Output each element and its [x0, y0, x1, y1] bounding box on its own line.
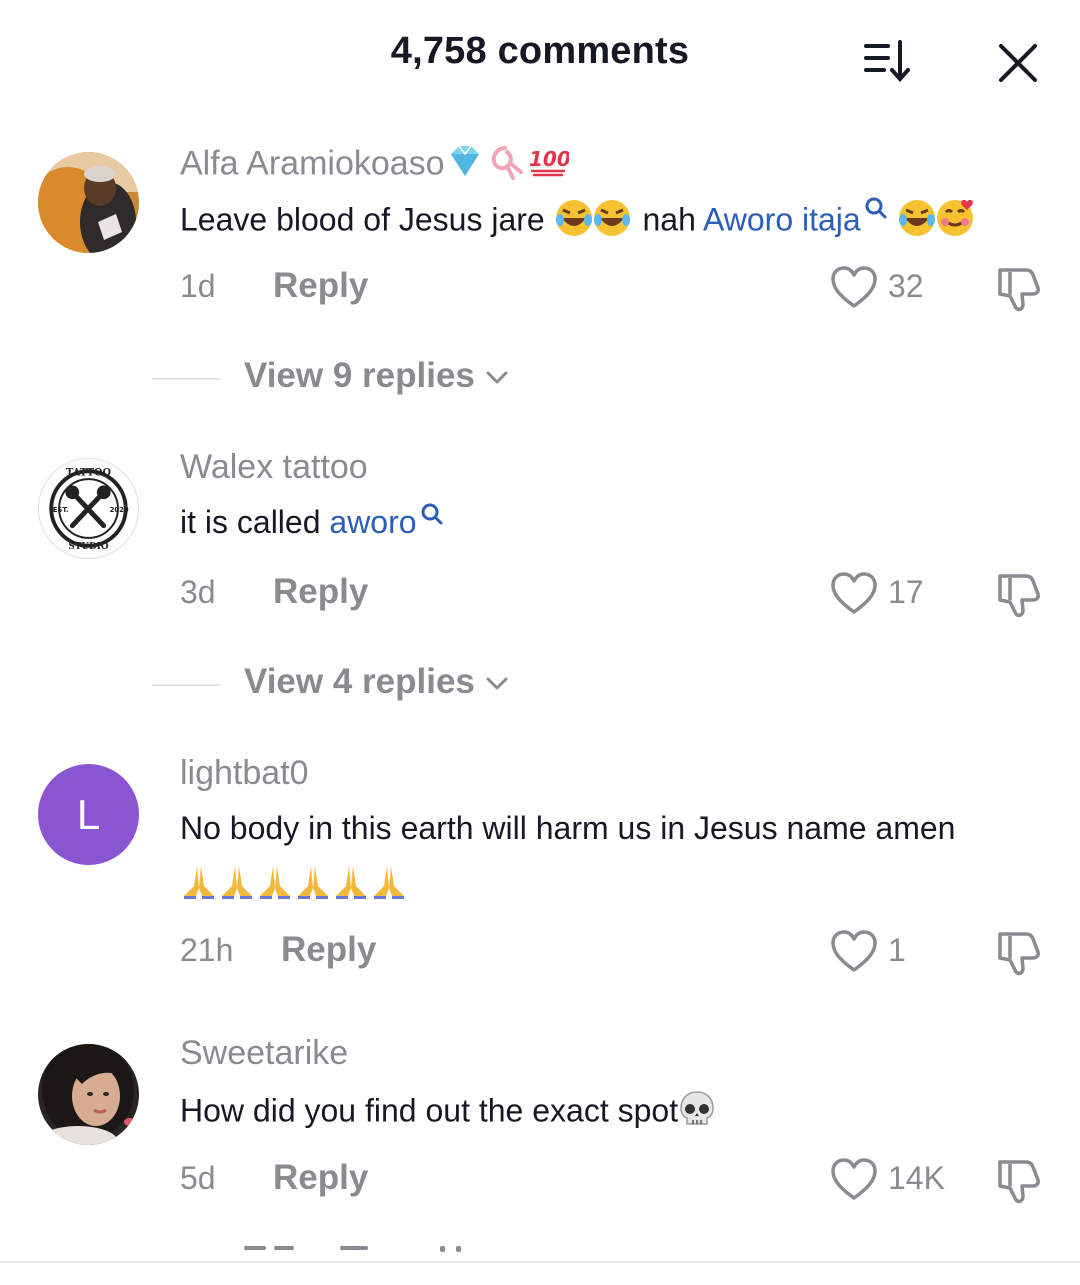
comments-count-title: 4,758 comments: [390, 30, 690, 72]
reply-button[interactable]: Reply: [273, 266, 368, 306]
heart-icon: [831, 572, 877, 614]
laughing-emoji-icon: [554, 198, 634, 246]
close-button[interactable]: [995, 40, 1041, 86]
svg-text:EST.: EST.: [53, 506, 69, 514]
dislike-button[interactable]: [992, 570, 1042, 620]
comment-timestamp: 21h: [180, 932, 234, 968]
skull-emoji-icon: [678, 1090, 716, 1136]
comment-text: Leave blood of Jesus jare nah Aworo itaj…: [180, 197, 977, 246]
divider: [152, 378, 220, 380]
thumbs-down-icon: [998, 1160, 1040, 1204]
comment-text: No body in this earth will harm us in Je…: [180, 810, 956, 846]
comments-header: 4,758 comments: [0, 0, 1080, 110]
reply-button[interactable]: Reply: [281, 930, 376, 970]
comment-username[interactable]: Alfa Aramiokoaso 100: [180, 142, 570, 189]
bottom-divider: [0, 1261, 1080, 1263]
view-replies-partial[interactable]: [244, 1246, 504, 1261]
like-count: 1: [888, 932, 906, 968]
svg-text:2020: 2020: [110, 506, 129, 514]
comment-username[interactable]: lightbat0: [180, 754, 309, 793]
svg-text:100: 100: [529, 147, 569, 171]
heart-icon: [831, 1158, 877, 1200]
gem-emoji-icon: [445, 144, 485, 187]
like-button[interactable]: [830, 1158, 878, 1202]
dislike-button[interactable]: [992, 264, 1042, 314]
like-count: 14K: [888, 1160, 945, 1196]
sort-descending-icon: [864, 40, 910, 83]
avatar[interactable]: L: [38, 764, 139, 865]
thumbs-down-icon: [998, 932, 1040, 976]
comment-username[interactable]: Walex tattoo: [180, 448, 368, 487]
avatar[interactable]: [38, 1044, 139, 1145]
aworo-link[interactable]: aworo: [329, 504, 416, 540]
sort-button[interactable]: [860, 38, 916, 84]
divider: [152, 684, 220, 686]
reply-button[interactable]: Reply: [273, 572, 368, 612]
view-replies-button[interactable]: View 9 replies: [152, 356, 552, 406]
dislike-button[interactable]: [992, 1156, 1042, 1206]
comment-timestamp: 3d: [180, 574, 216, 610]
ribbon-emoji-icon: [485, 142, 527, 189]
comment-timestamp: 1d: [180, 268, 216, 304]
heart-icon: [831, 266, 877, 308]
close-icon: [999, 44, 1037, 82]
comments-sheet: 4,758 comments Alfa Aramiokoaso 100 Leav…: [0, 0, 1080, 1285]
like-count: 32: [888, 268, 924, 304]
comment-text: it is called aworo: [180, 503, 445, 541]
avatar[interactable]: TATTOO STUDIO EST. 2020: [38, 458, 139, 559]
view-replies-label: View 4 replies: [244, 662, 509, 702]
reply-button[interactable]: Reply: [273, 1158, 368, 1198]
svg-text:TATTOO: TATTOO: [66, 468, 112, 479]
search-icon: [419, 498, 445, 535]
avatar[interactable]: [38, 152, 139, 253]
comment-text: How did you find out the exact spot: [180, 1090, 716, 1136]
thumbs-down-icon: [998, 268, 1040, 312]
laughing-hearts-emoji-icon: [897, 198, 977, 246]
heart-icon: [831, 930, 877, 972]
dislike-button[interactable]: [992, 928, 1042, 978]
comment-username[interactable]: Sweetarike: [180, 1034, 348, 1073]
chevron-down-icon: [486, 677, 508, 690]
avatar-letter: L: [76, 791, 101, 838]
view-replies-label: View 9 replies: [244, 356, 509, 396]
like-button[interactable]: [830, 572, 878, 616]
chevron-down-icon: [486, 371, 508, 384]
like-count: 17: [888, 574, 924, 610]
like-button[interactable]: [830, 930, 878, 974]
like-button[interactable]: [830, 266, 878, 310]
search-icon: [863, 192, 889, 229]
aworo-itaja-link[interactable]: Aworo itaja: [703, 201, 861, 237]
view-replies-button[interactable]: View 4 replies: [152, 662, 552, 712]
praying-hands-emoji-row: [180, 862, 412, 905]
comment-timestamp: 5d: [180, 1160, 216, 1196]
thumbs-down-icon: [998, 574, 1040, 618]
svg-text:STUDIO: STUDIO: [68, 542, 108, 552]
hundred-emoji-icon: 100: [527, 144, 570, 187]
